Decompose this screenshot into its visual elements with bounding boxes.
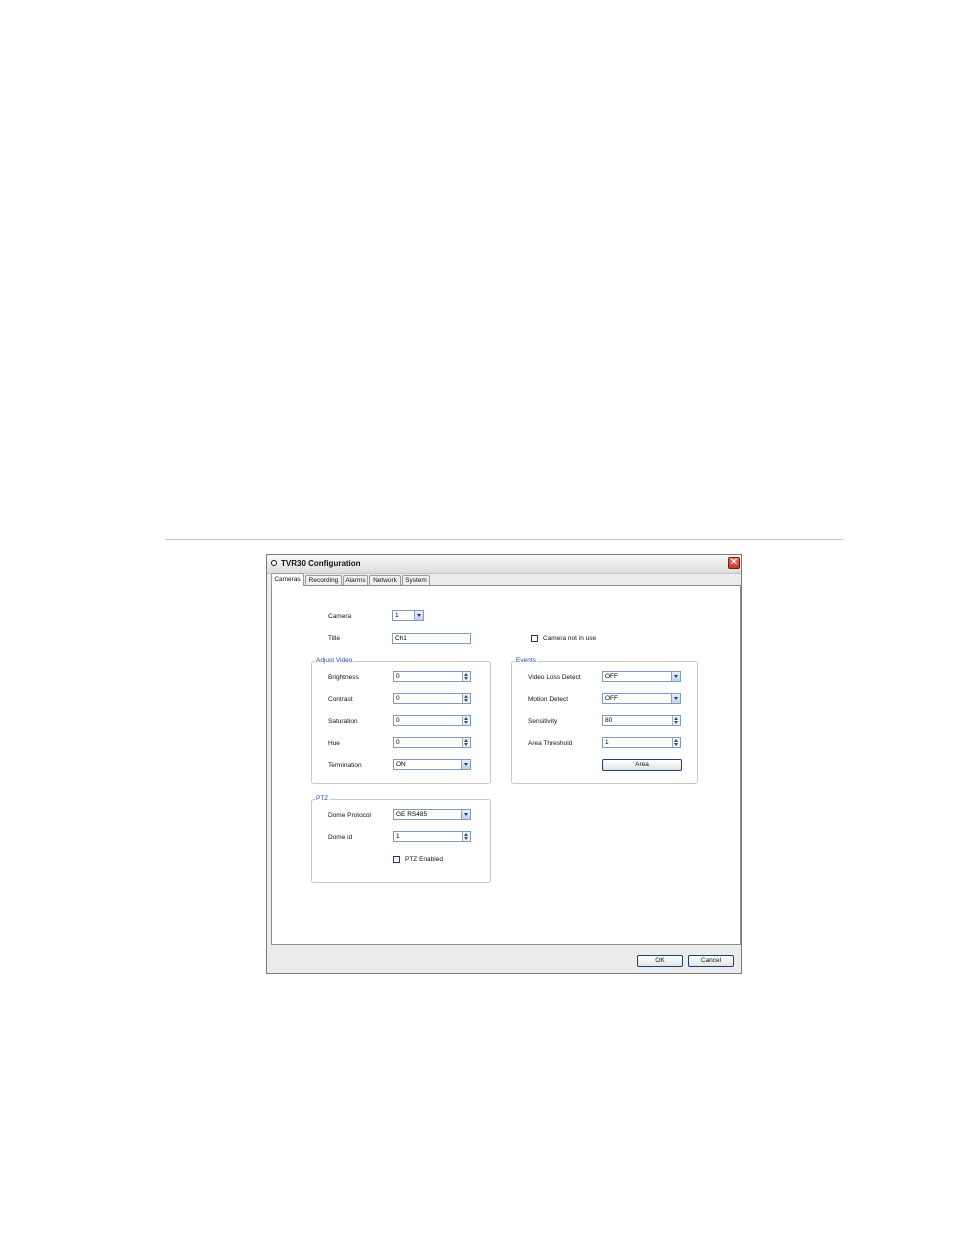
video-loss-detect-select[interactable]: OFF	[602, 671, 681, 682]
spinner-arrows-icon[interactable]	[462, 694, 470, 703]
motion-detect-value: OFF	[605, 695, 618, 702]
termination-value: ON	[396, 761, 406, 768]
cameras-panel: Camera 1 Title Ch1 Camera not in use Adj…	[271, 585, 741, 945]
title-input[interactable]: Ch1	[392, 633, 471, 644]
adjust-video-title: Adjust Video	[315, 657, 354, 664]
area-button[interactable]: Area	[602, 759, 682, 771]
saturation-spinner[interactable]: 0	[393, 715, 471, 726]
sensitivity-label: Sensitivity	[528, 718, 558, 725]
page-divider	[165, 539, 844, 540]
spinner-arrows-icon[interactable]	[462, 672, 470, 681]
camera-label: Camera	[328, 613, 352, 620]
brightness-spinner[interactable]: 0	[393, 671, 471, 682]
dome-protocol-select[interactable]: GE RS485	[393, 809, 471, 820]
dome-protocol-label: Dome Protocol	[328, 812, 371, 819]
config-window: TVR30 Configuration ✕ Cameras Recording …	[266, 554, 742, 974]
area-threshold-spinner[interactable]: 1	[602, 737, 681, 748]
dome-id-label: Dome id	[328, 834, 353, 841]
adjust-video-group: Adjust Video Brightness 0 Contrast 0 Sat…	[311, 657, 491, 784]
title-label: Title	[328, 635, 341, 642]
cancel-button[interactable]: Cancel	[688, 955, 734, 967]
camera-not-in-use-label: Camera not in use	[543, 635, 597, 642]
hue-label: Hue	[328, 740, 340, 747]
sensitivity-value: 80	[605, 717, 613, 724]
spinner-arrows-icon[interactable]	[462, 738, 470, 747]
chevron-down-icon[interactable]	[671, 672, 680, 681]
dome-protocol-value: GE RS485	[396, 811, 428, 818]
spinner-arrows-icon[interactable]	[672, 738, 680, 747]
chevron-down-icon[interactable]	[461, 760, 470, 769]
contrast-label: Contrast	[328, 696, 353, 703]
video-loss-detect-label: Video Loss Detect	[528, 674, 581, 681]
motion-detect-select[interactable]: OFF	[602, 693, 681, 704]
ptz-group: PTZ Dome Protocol GE RS485 Dome id 1 PTZ…	[311, 795, 491, 883]
contrast-value: 0	[396, 695, 400, 702]
sensitivity-spinner[interactable]: 80	[602, 715, 681, 726]
camera-select[interactable]: 1	[392, 610, 424, 621]
chevron-down-icon[interactable]	[671, 694, 680, 703]
title-bar[interactable]: TVR30 Configuration ✕	[267, 555, 741, 574]
dome-id-value: 1	[396, 833, 400, 840]
video-loss-detect-value: OFF	[605, 673, 618, 680]
area-threshold-label: Area Threshold	[528, 740, 573, 747]
dialog-footer: OK Cancel	[267, 947, 741, 973]
spinner-arrows-icon[interactable]	[462, 716, 470, 725]
close-button[interactable]: ✕	[728, 557, 740, 569]
ptz-enabled-checkbox[interactable]	[393, 856, 400, 863]
brightness-label: Brightness	[328, 674, 359, 681]
chevron-down-icon[interactable]	[414, 611, 423, 620]
motion-detect-label: Motion Detect	[528, 696, 569, 703]
chevron-down-icon[interactable]	[461, 810, 470, 819]
tab-cameras[interactable]: Cameras	[271, 573, 304, 586]
contrast-spinner[interactable]: 0	[393, 693, 471, 704]
ok-button[interactable]: OK	[637, 955, 683, 967]
close-icon: ✕	[729, 557, 739, 568]
hue-value: 0	[396, 739, 400, 746]
spinner-arrows-icon[interactable]	[462, 832, 470, 841]
ptz-enabled-label: PTZ Enabled	[405, 856, 443, 863]
events-title: Events	[515, 657, 537, 664]
window-title: TVR30 Configuration	[281, 559, 361, 568]
title-input-value: Ch1	[395, 635, 407, 642]
spinner-arrows-icon[interactable]	[672, 716, 680, 725]
area-threshold-value: 1	[605, 739, 609, 746]
camera-select-value: 1	[395, 612, 399, 619]
brightness-value: 0	[396, 673, 400, 680]
termination-select[interactable]: ON	[393, 759, 471, 770]
app-icon	[271, 560, 277, 566]
termination-label: Termination	[328, 762, 362, 769]
events-group: Events Video Loss Detect OFF Motion Dete…	[511, 657, 698, 784]
dome-id-spinner[interactable]: 1	[393, 831, 471, 842]
saturation-value: 0	[396, 717, 400, 724]
hue-spinner[interactable]: 0	[393, 737, 471, 748]
saturation-label: Saturation	[328, 718, 358, 725]
ptz-title: PTZ	[315, 795, 330, 802]
camera-not-in-use-checkbox[interactable]	[531, 635, 538, 642]
